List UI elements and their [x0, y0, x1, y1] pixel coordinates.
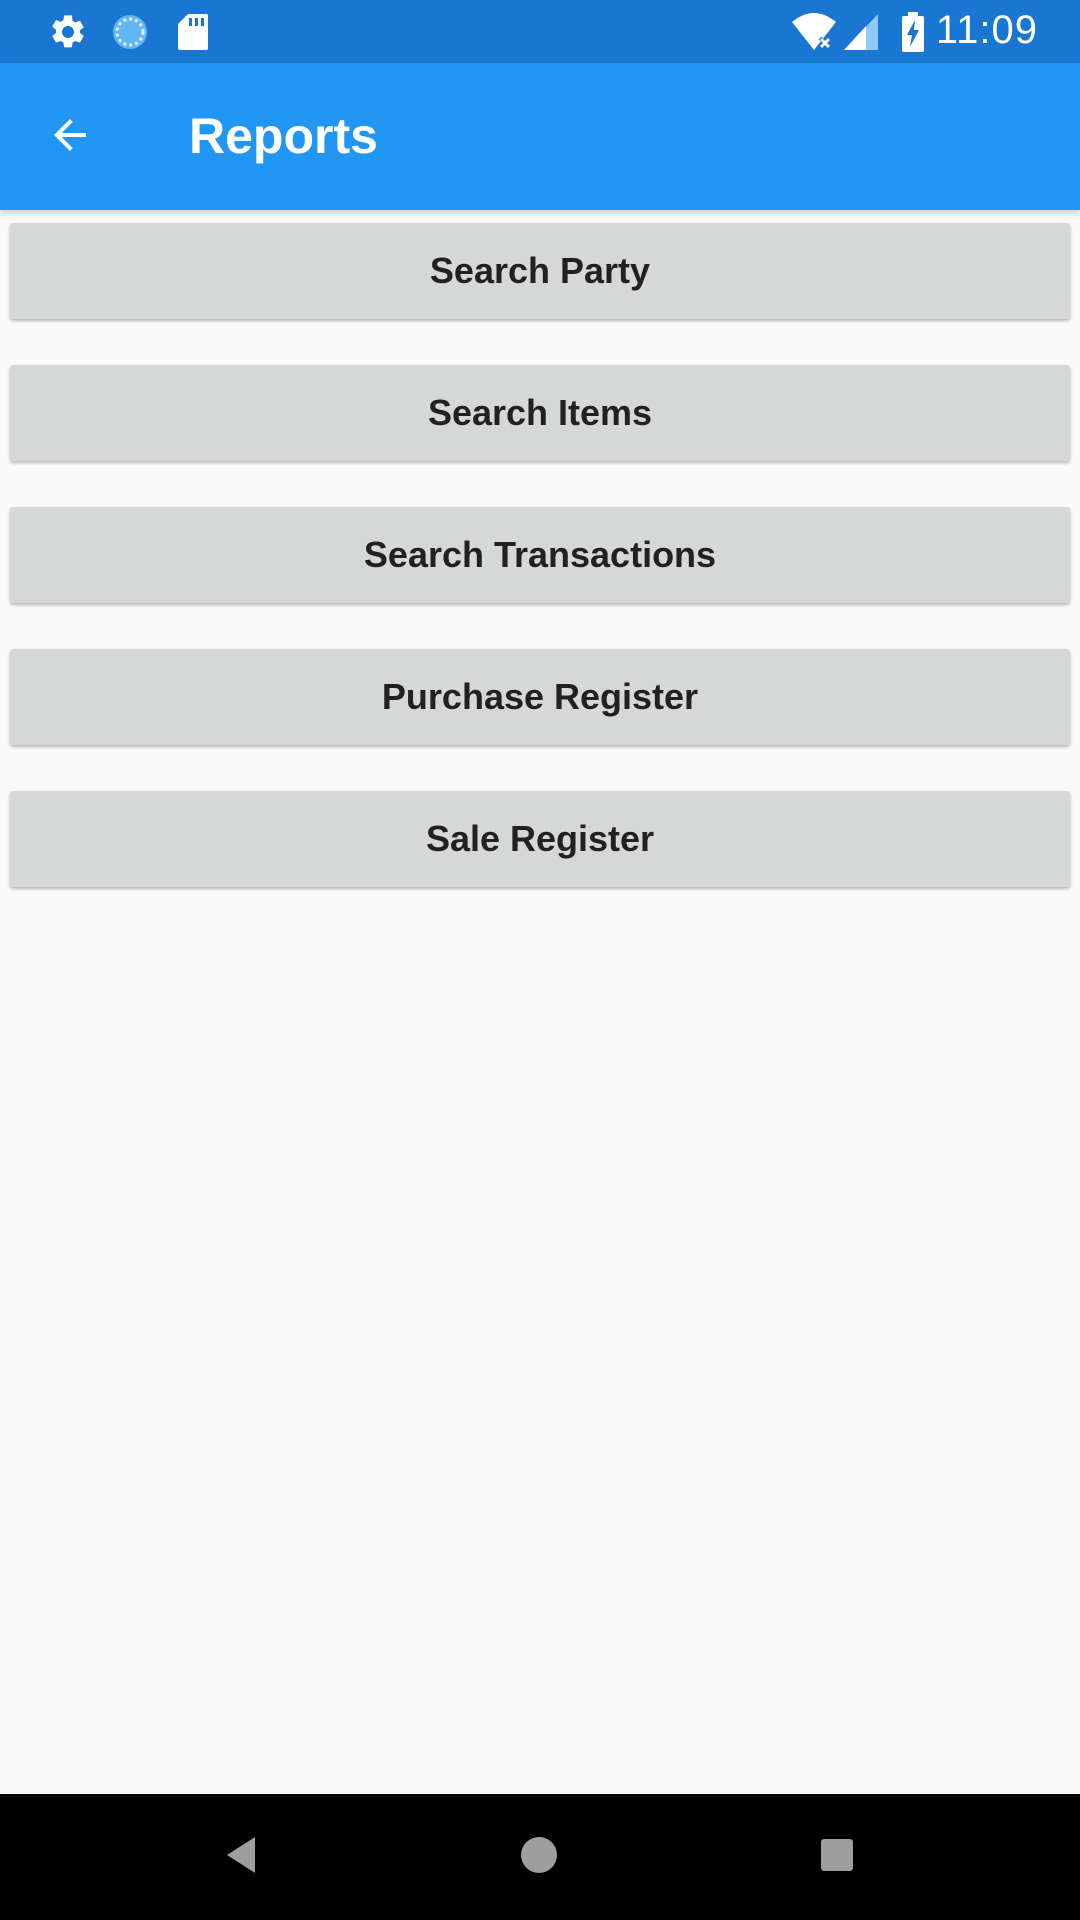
nav-home-button[interactable]: [509, 1827, 569, 1887]
arrow-back-icon: [46, 111, 94, 164]
wifi-icon: [790, 12, 838, 57]
home-circle-icon: [519, 1835, 559, 1880]
sd-card-icon: [176, 12, 210, 57]
status-bar: 11:09: [0, 0, 1080, 63]
battery-charging-icon: [900, 12, 926, 57]
back-button[interactable]: [34, 101, 106, 173]
page-title: Reports: [189, 108, 378, 164]
search-transactions-button[interactable]: Search Transactions: [10, 507, 1070, 603]
signal-icon: [842, 12, 880, 57]
sale-register-button[interactable]: Sale Register: [10, 791, 1070, 887]
back-triangle-icon: [223, 1835, 259, 1880]
app-bar: Reports: [0, 63, 1080, 210]
nav-recents-button[interactable]: [807, 1827, 867, 1887]
nav-back-button[interactable]: [211, 1827, 271, 1887]
sync-icon: [110, 12, 150, 57]
purchase-register-button[interactable]: Purchase Register: [10, 649, 1070, 745]
navigation-bar: [0, 1794, 1080, 1920]
search-party-button[interactable]: Search Party: [10, 223, 1070, 319]
search-items-button[interactable]: Search Items: [10, 365, 1070, 461]
recents-square-icon: [819, 1837, 855, 1878]
status-time: 11:09: [935, 8, 1038, 52]
settings-icon: [48, 12, 88, 57]
